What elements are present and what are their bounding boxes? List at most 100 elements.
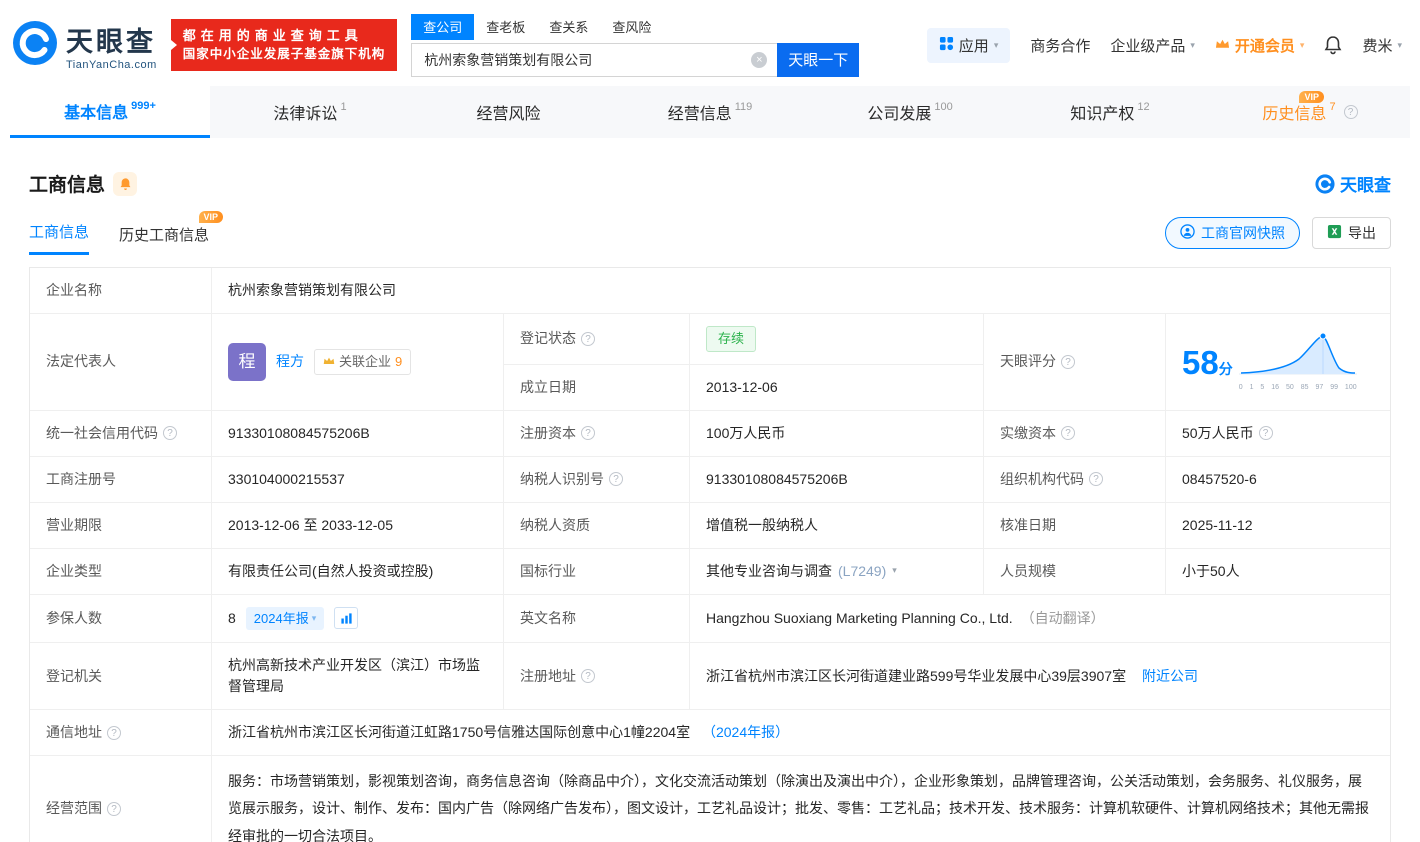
apps-menu[interactable]: 应用 ▾: [927, 28, 1011, 63]
field-label-company-name: 企业名称: [30, 268, 212, 314]
section-title: 工商信息: [29, 170, 105, 197]
tab-operation-risk[interactable]: 经营风险: [410, 86, 610, 138]
field-value-reg-status: 存续: [690, 314, 984, 365]
help-icon[interactable]: ?: [581, 669, 595, 683]
brand-domain: TianYanCha.com: [66, 59, 157, 71]
field-label-approval-date: 核准日期: [984, 503, 1166, 549]
help-icon[interactable]: ?: [107, 802, 121, 816]
related-companies-badge[interactable]: 关联企业 9: [314, 349, 411, 375]
notification-bell-icon[interactable]: [1324, 35, 1342, 55]
header-right-nav: 应用 ▾ 商务合作 企业级产品 ▾ 开通会员 ▾ 费米 ▾: [927, 28, 1402, 63]
chevron-down-icon: ▾: [312, 612, 317, 626]
business-info-table: 企业名称 杭州索象营销策划有限公司 法定代表人 程 程方 关联企业 9 登记状态…: [29, 267, 1391, 842]
search-tabs: 查公司 查老板 查关系 查风险: [411, 14, 859, 40]
vip-badge: VIP: [1299, 91, 1324, 103]
tab-history-info[interactable]: VIP 历史信息7 ?: [1210, 86, 1410, 138]
help-icon[interactable]: ?: [107, 726, 121, 740]
field-label-english-name: 英文名称: [504, 595, 690, 644]
field-label-taxpayer-id: 纳税人识别号?: [504, 457, 690, 503]
field-label-establish-date: 成立日期: [504, 365, 690, 411]
chevron-down-icon: ▾: [1190, 40, 1195, 51]
field-value-industry: 其他专业咨询与调查 (L7249) ▾: [690, 549, 984, 595]
chevron-down-icon: ▾: [994, 40, 999, 51]
snapshot-icon: [1180, 224, 1195, 242]
help-icon[interactable]: ?: [163, 426, 177, 440]
search-input[interactable]: [411, 43, 777, 77]
field-label-insured-count: 参保人数: [30, 595, 212, 644]
subtab-business-info[interactable]: 工商信息: [29, 221, 89, 255]
open-vip-menu[interactable]: 开通会员 ▾: [1215, 35, 1305, 56]
insured-trend-icon[interactable]: [334, 607, 358, 629]
tab-company-development[interactable]: 公司发展100: [810, 86, 1010, 138]
brand-slogan: 都在用的商业查询工具 国家中小企业发展子基金旗下机构: [171, 19, 398, 72]
tianyancha-logo[interactable]: 天眼查 TianYanCha.com: [12, 20, 157, 71]
help-icon[interactable]: ?: [581, 332, 595, 346]
field-value-reg-authority: 杭州高新技术产业开发区（滨江）市场监督管理局: [212, 643, 504, 710]
subtab-history-business-info[interactable]: VIP 历史工商信息: [119, 224, 209, 255]
help-icon[interactable]: ?: [581, 426, 595, 440]
search-block: 查公司 查老板 查关系 查风险 × 天眼一下: [411, 14, 859, 77]
business-cooperation-link[interactable]: 商务合作: [1030, 35, 1090, 56]
field-value-insured-count: 8 2024年报 ▾: [212, 595, 504, 644]
legal-rep-name-link[interactable]: 程方: [276, 351, 304, 372]
field-label-score: 天眼评分?: [984, 314, 1166, 411]
field-value-paid-capital: 50万人民币?: [1166, 411, 1390, 457]
top-header: 天眼查 TianYanCha.com 都在用的商业查询工具 国家中小企业发展子基…: [0, 0, 1420, 86]
field-value-business-term: 2013-12-06 至 2033-12-05: [212, 503, 504, 549]
field-value-credit-code: 91330108084575206B: [212, 411, 504, 457]
help-icon[interactable]: ?: [1061, 355, 1075, 369]
tab-intellectual-property[interactable]: 知识产权12: [1010, 86, 1210, 138]
tab-operation-info[interactable]: 经营信息119: [610, 86, 810, 138]
export-button[interactable]: 导出: [1312, 217, 1391, 249]
apps-grid-icon: [939, 36, 954, 55]
search-button[interactable]: 天眼一下: [777, 43, 859, 77]
legal-rep-avatar[interactable]: 程: [228, 343, 266, 381]
field-value-reg-address: 浙江省杭州市滨江区长河街道建业路599号华业发展中心39层3907室 附近公司: [690, 643, 1390, 710]
help-icon[interactable]: ?: [609, 472, 623, 486]
status-badge: 存续: [706, 326, 756, 352]
brand-name: 天眼查: [66, 20, 157, 59]
field-value-business-scope: 服务：市场营销策划，影视策划咨询，商务信息咨询（除商品中介），文化交流活动策划（…: [212, 756, 1390, 842]
monitor-bell-icon[interactable]: [113, 172, 137, 196]
search-tab-company[interactable]: 查公司: [411, 14, 474, 40]
clear-search-icon[interactable]: ×: [751, 52, 767, 68]
search-tab-relation[interactable]: 查关系: [537, 14, 600, 40]
field-label-reg-capital: 注册资本?: [504, 411, 690, 457]
field-label-staff-size: 人员规模: [984, 549, 1166, 595]
field-label-org-code: 组织机构代码?: [984, 457, 1166, 503]
vip-badge: VIP: [199, 211, 224, 223]
field-value-staff-size: 小于50人: [1166, 549, 1390, 595]
help-icon[interactable]: ?: [1259, 426, 1273, 440]
field-value-comm-address: 浙江省杭州市滨江区长河街道江虹路1750号信雅达国际创意中心1幢2204室 （2…: [212, 710, 1390, 756]
field-label-business-term: 营业期限: [30, 503, 212, 549]
search-tab-risk[interactable]: 查风险: [600, 14, 663, 40]
field-value-taxpayer-id: 91330108084575206B: [690, 457, 984, 503]
chevron-down-icon[interactable]: ▾: [892, 564, 897, 578]
field-label-reg-status: 登记状态?: [504, 314, 690, 365]
annual-report-link[interactable]: （2024年报）: [702, 724, 789, 740]
field-value-org-code: 08457520-6: [1166, 457, 1390, 503]
field-value-establish-date: 2013-12-06: [690, 365, 984, 411]
help-icon[interactable]: ?: [1344, 105, 1358, 119]
enterprise-products-menu[interactable]: 企业级产品 ▾: [1110, 35, 1195, 56]
field-label-industry: 国标行业: [504, 549, 690, 595]
crown-icon: [1215, 37, 1230, 54]
annual-report-badge[interactable]: 2024年报 ▾: [246, 607, 324, 631]
chevron-down-icon: ▾: [1300, 40, 1305, 51]
official-snapshot-button[interactable]: 工商官网快照: [1165, 217, 1300, 249]
excel-icon: [1327, 224, 1342, 242]
field-value-company-type: 有限责任公司(自然人投资或控股): [212, 549, 504, 595]
tab-legal-litigation[interactable]: 法律诉讼1: [210, 86, 410, 138]
auto-translate-note: （自动翻译）: [1021, 608, 1105, 629]
field-label-business-scope: 经营范围?: [30, 756, 212, 842]
search-tab-boss[interactable]: 查老板: [474, 14, 537, 40]
user-account-menu[interactable]: 费米 ▾: [1362, 35, 1402, 56]
field-label-paid-capital: 实缴资本?: [984, 411, 1166, 457]
field-label-company-type: 企业类型: [30, 549, 212, 595]
field-value-reg-number: 330104000215537: [212, 457, 504, 503]
help-icon[interactable]: ?: [1061, 426, 1075, 440]
tab-basic-info[interactable]: 基本信息999+: [10, 86, 210, 138]
nearby-companies-link[interactable]: 附近公司: [1142, 668, 1198, 684]
score-distribution-chart: 0151650859799100: [1239, 332, 1357, 394]
help-icon[interactable]: ?: [1089, 472, 1103, 486]
